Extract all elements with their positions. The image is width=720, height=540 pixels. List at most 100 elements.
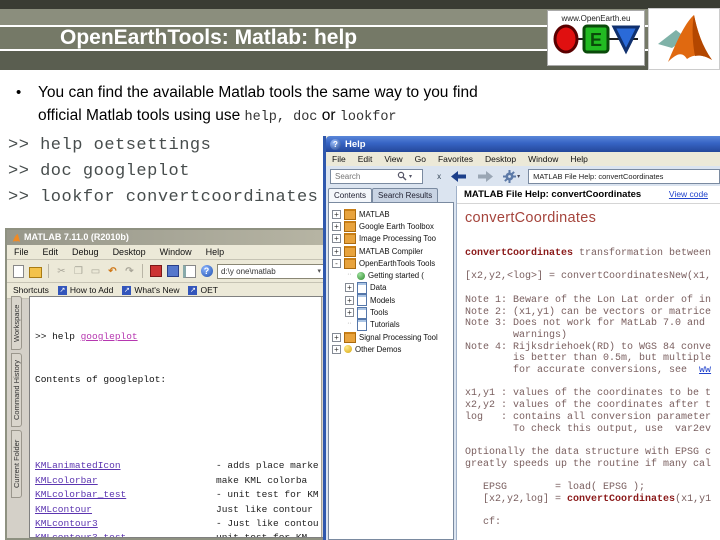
menu-item-favorites[interactable]: Favorites — [432, 152, 479, 166]
tree-item[interactable]: + Models — [329, 294, 453, 307]
panel-close-icon[interactable]: x — [437, 172, 441, 181]
help-ball-icon[interactable]: ? — [200, 265, 213, 278]
tree-item[interactable]: ·· Tutorials — [329, 318, 453, 331]
function-row: KMLcontour Just like contour — [35, 503, 320, 517]
tree-item[interactable]: + Data — [329, 281, 453, 294]
shortcut-icon: ↗ — [122, 286, 132, 295]
bullet-code-lookfor: lookfor — [339, 110, 397, 125]
contents-line: Contents of googleplot: — [35, 374, 167, 386]
guide-icon[interactable] — [166, 265, 179, 278]
command-prompt-line: >> help googleplot — [35, 330, 320, 344]
help-window-title: Help — [345, 138, 366, 150]
menu-item-edit[interactable]: Edit — [36, 245, 66, 259]
forward-icon[interactable] — [477, 170, 494, 182]
collapse-minus-icon[interactable]: - — [332, 258, 341, 268]
simulink-icon[interactable] — [149, 265, 162, 278]
tab-search-results[interactable]: Search Results — [372, 188, 439, 202]
copy-icon[interactable]: ❐ — [72, 265, 85, 278]
function-link[interactable]: KMLcontour — [35, 504, 92, 515]
expand-plus-icon[interactable]: + — [332, 246, 341, 256]
redo-icon[interactable]: ↷ — [123, 265, 136, 278]
tree-item[interactable]: + MATLAB Compiler — [329, 245, 453, 257]
search-caret-icon[interactable]: ▾ — [409, 173, 412, 180]
function-link[interactable]: KMLcolorbar — [35, 475, 98, 486]
page-icon — [357, 294, 367, 307]
search-icon[interactable] — [397, 171, 407, 181]
search-input[interactable] — [333, 170, 395, 182]
command-window: >> help googleplot Contents of googleplo… — [29, 296, 333, 538]
tree-item[interactable]: + Other Demos — [329, 343, 453, 355]
side-tab-workspace[interactable]: Workspace — [11, 296, 22, 350]
tree-item[interactable]: - OpenEarthTools Tools — [329, 257, 453, 269]
tree-item[interactable]: + Google Earth Toolbox — [329, 220, 453, 232]
tree-item-label: Signal Processing Tool — [359, 332, 438, 342]
back-icon[interactable] — [451, 170, 467, 182]
open-folder-icon[interactable] — [29, 265, 42, 278]
undo-icon[interactable]: ↶ — [106, 265, 119, 278]
menu-item-help[interactable]: Help — [564, 152, 593, 166]
page-address-combo[interactable]: MATLAB File Help: convertCoordinates — [528, 168, 720, 184]
bullet-text: You can find the available Matlab tools … — [38, 81, 478, 129]
help-window: ? Help File Edit View Go Favorites Desktop Win… — [323, 136, 720, 540]
menu-item-file[interactable]: File — [7, 245, 36, 259]
menu-item-edit[interactable]: Edit — [352, 152, 379, 166]
combo-caret-icon: ▾ — [317, 267, 321, 275]
menu-item-view[interactable]: View — [378, 152, 408, 166]
matlab-title-bar[interactable]: MATLAB 7.11.0 (R2010b) — [7, 230, 331, 245]
slide: OpenEarthTools: Matlab: help www.OpenEar… — [0, 0, 720, 540]
gear-icon[interactable] — [503, 169, 517, 183]
expand-plus-icon[interactable]: + — [345, 308, 354, 318]
help-text-line: Note 3: Does not work for MatLab 7.0 and — [465, 318, 720, 330]
menu-item-window[interactable]: Window — [153, 245, 199, 259]
matlab-menu-bar: File Edit Debug Desktop Window Help — [7, 245, 331, 260]
help-page-header: MATLAB File Help: convertCoordinates Vie… — [457, 186, 720, 204]
expand-plus-icon[interactable]: + — [332, 344, 341, 354]
help-text-segment: x2,y2 : values of the coordinates after … — [465, 400, 712, 412]
help-title-bar[interactable]: ? Help — [326, 136, 720, 152]
expand-plus-icon[interactable]: + — [332, 234, 341, 244]
googleplot-link[interactable]: googleplot — [81, 331, 138, 342]
help-text-segment: cf: — [465, 517, 502, 529]
tree-item[interactable]: ·· Getting started ( — [329, 269, 453, 281]
help-text-line: EPSG = load( EPSG ); — [465, 482, 720, 494]
tree-item[interactable]: + Tools — [329, 306, 453, 319]
expand-plus-icon[interactable]: + — [332, 209, 341, 219]
gear-caret-icon[interactable]: ▾ — [517, 173, 520, 180]
expand-plus-icon[interactable]: + — [345, 295, 354, 305]
side-tab-current-folder[interactable]: Current Folder — [11, 430, 22, 498]
side-tab-command-history[interactable]: Command History — [11, 353, 22, 427]
expand-plus-icon[interactable]: + — [345, 283, 354, 293]
help-text-line: warnings) — [465, 330, 720, 342]
menu-item-desktop[interactable]: Desktop — [106, 245, 153, 259]
matlab-membrane-icon — [658, 15, 712, 62]
new-file-icon[interactable] — [12, 264, 25, 278]
menu-item-file[interactable]: File — [326, 152, 352, 166]
function-link[interactable]: KMLanimatedIcon — [35, 460, 121, 471]
expand-plus-icon[interactable]: + — [332, 221, 341, 231]
help-text-segment: Optionally the data structure with EPSG … — [465, 446, 712, 458]
function-link[interactable]: KMLcontour3_test — [35, 532, 126, 537]
expand-plus-icon[interactable]: + — [332, 332, 341, 342]
function-heading: convertCoordinates — [465, 210, 597, 226]
menu-item-go[interactable]: Go — [409, 152, 432, 166]
cut-icon[interactable]: ✂ — [55, 265, 68, 278]
tree-item[interactable]: + MATLAB — [329, 208, 453, 220]
function-link[interactable]: KMLcolorbar_test — [35, 489, 126, 500]
view-code-link[interactable]: View code — [669, 186, 708, 203]
tree-item[interactable]: + Image Processing Too — [329, 233, 453, 245]
menu-item-window[interactable]: Window — [522, 152, 564, 166]
notes-icon[interactable] — [183, 264, 196, 278]
hyperlink[interactable]: ww — [699, 365, 711, 376]
command-examples: >> help oetsettings >> doc googleplot >> l… — [8, 133, 318, 211]
tree-item[interactable]: + Signal Processing Tool — [329, 331, 453, 343]
current-directory-combo[interactable]: d:\y one\matlab ▾ — [217, 263, 325, 279]
search-box[interactable]: ▾ — [330, 168, 424, 184]
menu-item-help[interactable]: Help — [199, 245, 232, 259]
menu-item-debug[interactable]: Debug — [65, 245, 106, 259]
paste-icon[interactable]: ▭ — [89, 265, 102, 278]
menu-item-desktop[interactable]: Desktop — [479, 152, 522, 166]
function-description: - adds place marke — [216, 460, 319, 472]
function-link[interactable]: KMLcontour3 — [35, 518, 98, 529]
tab-contents[interactable]: Contents — [328, 188, 373, 202]
page-icon — [357, 318, 367, 331]
